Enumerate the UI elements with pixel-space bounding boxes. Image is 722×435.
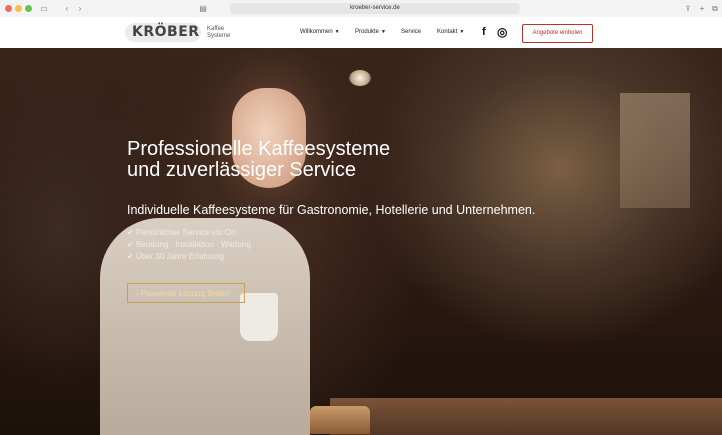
- address-bar[interactable]: kroeber-service.de: [230, 3, 520, 14]
- logo-wordmark: KRÖBER: [132, 24, 200, 40]
- nav-item-service[interactable]: Service: [401, 29, 421, 35]
- facebook-icon[interactable]: f: [482, 26, 486, 38]
- headline-line1: Professionelle Kaffeesysteme: [127, 138, 391, 160]
- back-icon[interactable]: ‹: [62, 3, 72, 14]
- new-tab-icon[interactable]: +: [697, 3, 707, 14]
- benefit-item: ✔ Über 30 Jahre Erfahrung: [127, 252, 224, 261]
- nav-label: Service: [401, 29, 422, 35]
- benefit-item: ✔ Persönlicher Service vor Ort: [127, 228, 236, 237]
- caret-down-icon: ▼: [459, 29, 465, 35]
- forward-icon[interactable]: ›: [75, 3, 85, 14]
- site-header: KRÖBER Kaffee Systeme Willkommen ▼ Produk…: [0, 17, 722, 48]
- nav-item-kontakt[interactable]: Kontakt ▼: [437, 29, 464, 35]
- pendant-lamp: [349, 70, 371, 86]
- sidebar-toggle-icon[interactable]: ▭: [36, 3, 52, 14]
- caret-down-icon: ▼: [334, 29, 340, 35]
- background-window: [620, 93, 690, 208]
- coffee-cup: [240, 293, 278, 341]
- hero-headline: Professionelle Kaffeesysteme und zuverlä…: [127, 139, 390, 181]
- instagram-icon[interactable]: ◎: [497, 25, 507, 39]
- benefits-list: ✔ Persönlicher Service vor Ort ✔ Beratun…: [127, 227, 251, 263]
- brand-tagline: Kaffee Systeme: [207, 26, 230, 40]
- find-solution-button[interactable]: › Passende Lösung finden: [127, 283, 245, 303]
- headline-line2: und zuverlässiger Service: [127, 159, 356, 181]
- tagline-line2: Systeme: [207, 33, 231, 39]
- share-icon[interactable]: ⇪: [683, 3, 693, 14]
- minimize-window-button[interactable]: [15, 5, 22, 12]
- nav-label: Willkommen: [300, 29, 333, 35]
- tabs-overview-icon[interactable]: ⧉: [710, 3, 720, 14]
- benefit-item: ✔ Beratung · Installation · Wartung: [127, 240, 251, 249]
- nav-label: Produkte: [355, 29, 380, 35]
- caret-down-icon: ▼: [381, 29, 386, 35]
- nav-item-willkommen[interactable]: Willkommen ▼: [300, 29, 340, 35]
- cake-slice: [310, 406, 370, 434]
- reader-icon[interactable]: ▤: [198, 3, 208, 14]
- nav-item-produkte[interactable]: Produkte ▼: [355, 29, 386, 35]
- hero-subheadline: Individuelle Kaffeesysteme für Gastronom…: [127, 203, 536, 217]
- browser-toolbar: ▭ ‹ › ▤ kroeber-service.de ⇪ + ⧉: [0, 0, 722, 18]
- brand-logo[interactable]: KRÖBER: [125, 23, 201, 42]
- close-window-button[interactable]: [5, 5, 12, 12]
- hero-section: [0, 48, 722, 435]
- nav-label: Kontakt: [437, 29, 458, 35]
- request-quote-button[interactable]: Angebote einholen: [522, 24, 593, 43]
- maximize-window-button[interactable]: [25, 5, 32, 12]
- tagline-line1: Kaffee: [207, 26, 225, 32]
- wooden-table: [330, 398, 722, 435]
